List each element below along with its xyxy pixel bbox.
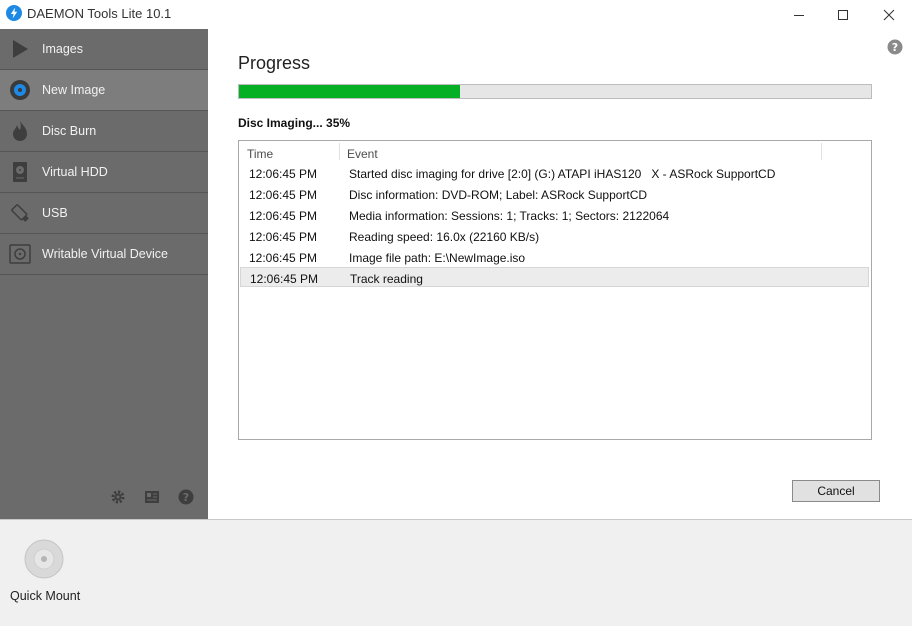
svg-text:?: ? [892, 41, 898, 54]
progress-bar [238, 84, 872, 99]
quick-mount-label[interactable]: Quick Mount [10, 589, 80, 603]
table-row[interactable]: 12:06:45 PM Reading speed: 16.0x (22160 … [240, 226, 869, 246]
close-icon [883, 9, 895, 20]
row-time: 12:06:45 PM [249, 188, 318, 202]
progress-bar-fill [239, 85, 461, 98]
row-event: Track reading [350, 272, 423, 286]
hard-drive-icon [8, 160, 32, 184]
column-divider[interactable] [339, 143, 340, 160]
sidebar-item-disc-burn[interactable]: Disc Burn [0, 111, 208, 152]
table-row-selected[interactable]: 12:06:45 PM Track reading [240, 267, 869, 287]
maximize-button[interactable] [820, 0, 866, 29]
window-title: DAEMON Tools Lite 10.1 [27, 6, 172, 21]
column-header-event[interactable]: Event [347, 147, 378, 161]
disc-icon [8, 78, 32, 102]
flame-icon [8, 119, 32, 143]
row-time: 12:06:45 PM [249, 209, 318, 223]
sidebar-item-label: Disc Burn [42, 124, 97, 138]
sidebar-item-label: USB [42, 206, 68, 220]
sidebar-item-virtual-hdd[interactable]: Virtual HDD [0, 152, 208, 193]
progress-status: Disc Imaging... 35% [238, 116, 351, 130]
row-time: 12:06:45 PM [250, 272, 319, 286]
writable-drive-icon [8, 242, 32, 266]
page-title: Progress [238, 53, 311, 73]
quick-mount-bar [0, 519, 912, 626]
row-event: Disc information: DVD-ROM; Label: ASRock… [349, 188, 648, 202]
sidebar-item-label: Virtual HDD [42, 165, 108, 179]
sidebar-item-label: Writable Virtual Device [42, 247, 168, 261]
table-row[interactable]: 12:06:45 PM Image file path: E:\NewImage… [240, 247, 869, 267]
help-icon[interactable]: ? [887, 39, 903, 55]
cancel-button[interactable]: Cancel [792, 480, 880, 502]
row-event: Image file path: E:\NewImage.iso [349, 251, 526, 265]
row-event: Reading speed: 16.0x (22160 KB/s) [349, 230, 540, 244]
play-triangle-icon [8, 37, 32, 61]
table-header: Time Event [239, 141, 871, 162]
lightning-logo-icon [6, 5, 22, 21]
row-time: 12:06:45 PM [249, 251, 318, 265]
event-log-table[interactable]: Time Event 12:06:45 PM Started disc imag… [238, 140, 872, 440]
table-row[interactable]: 12:06:45 PM Started disc imaging for dri… [240, 163, 869, 183]
sidebar-item-usb[interactable]: USB [0, 193, 208, 234]
row-time: 12:06:45 PM [249, 230, 318, 244]
column-divider[interactable] [821, 143, 822, 160]
help-icon[interactable]: ? [178, 489, 194, 505]
quick-mount-disc-icon[interactable] [24, 539, 64, 579]
minimize-icon [794, 14, 804, 16]
maximize-icon [838, 9, 848, 20]
close-button[interactable] [866, 0, 912, 29]
usb-stick-icon [8, 201, 32, 225]
sidebar-item-images[interactable]: Images [0, 29, 208, 70]
row-event: Started disc imaging for drive [2:0] (G:… [349, 167, 776, 181]
sidebar-item-label: New Image [42, 83, 106, 97]
sidebar-item-new-image[interactable]: New Image [0, 70, 208, 111]
title-bar: DAEMON Tools Lite 10.1 [0, 0, 912, 29]
gear-icon[interactable] [110, 489, 126, 505]
svg-text:?: ? [183, 491, 189, 504]
minimize-button[interactable] [776, 0, 822, 29]
sidebar-item-writable-virtual-device[interactable]: Writable Virtual Device [0, 234, 208, 275]
sidebar: Images New Image Disc Burn Virtual HDD U… [0, 29, 208, 519]
column-header-time[interactable]: Time [247, 147, 273, 161]
table-row[interactable]: 12:06:45 PM Media information: Sessions:… [240, 205, 869, 225]
sidebar-item-label: Images [42, 42, 83, 56]
table-row[interactable]: 12:06:45 PM Disc information: DVD-ROM; L… [240, 184, 869, 204]
row-event: Media information: Sessions: 1; Tracks: … [349, 209, 670, 223]
catalog-icon[interactable] [144, 489, 160, 505]
row-time: 12:06:45 PM [249, 167, 318, 181]
